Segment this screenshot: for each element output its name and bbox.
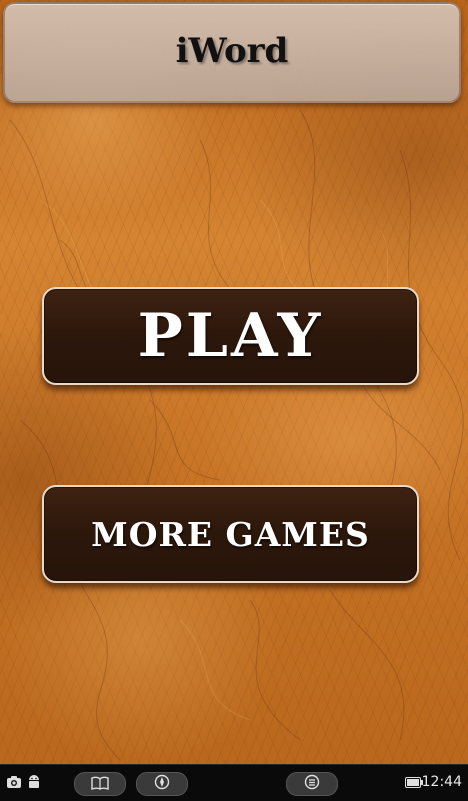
compass-icon [154, 774, 170, 794]
camera-icon [6, 774, 22, 790]
battery-icon [405, 777, 423, 788]
book-button[interactable] [74, 772, 126, 796]
more-games-button[interactable]: MORE GAMES [42, 485, 419, 583]
title-bar: iWord [3, 2, 461, 103]
system-status-bar: 12:44 [0, 764, 468, 801]
menu-button[interactable] [286, 772, 338, 796]
android-icon [27, 774, 41, 790]
book-icon [91, 775, 109, 794]
app-title: iWord [175, 30, 289, 71]
menu-icon [304, 774, 320, 794]
compass-button[interactable] [136, 772, 188, 796]
status-clock: 12:44 [421, 774, 462, 790]
more-games-button-label: MORE GAMES [91, 514, 370, 554]
play-button[interactable]: PLAY [42, 287, 419, 385]
play-button-label: PLAY [137, 301, 324, 371]
